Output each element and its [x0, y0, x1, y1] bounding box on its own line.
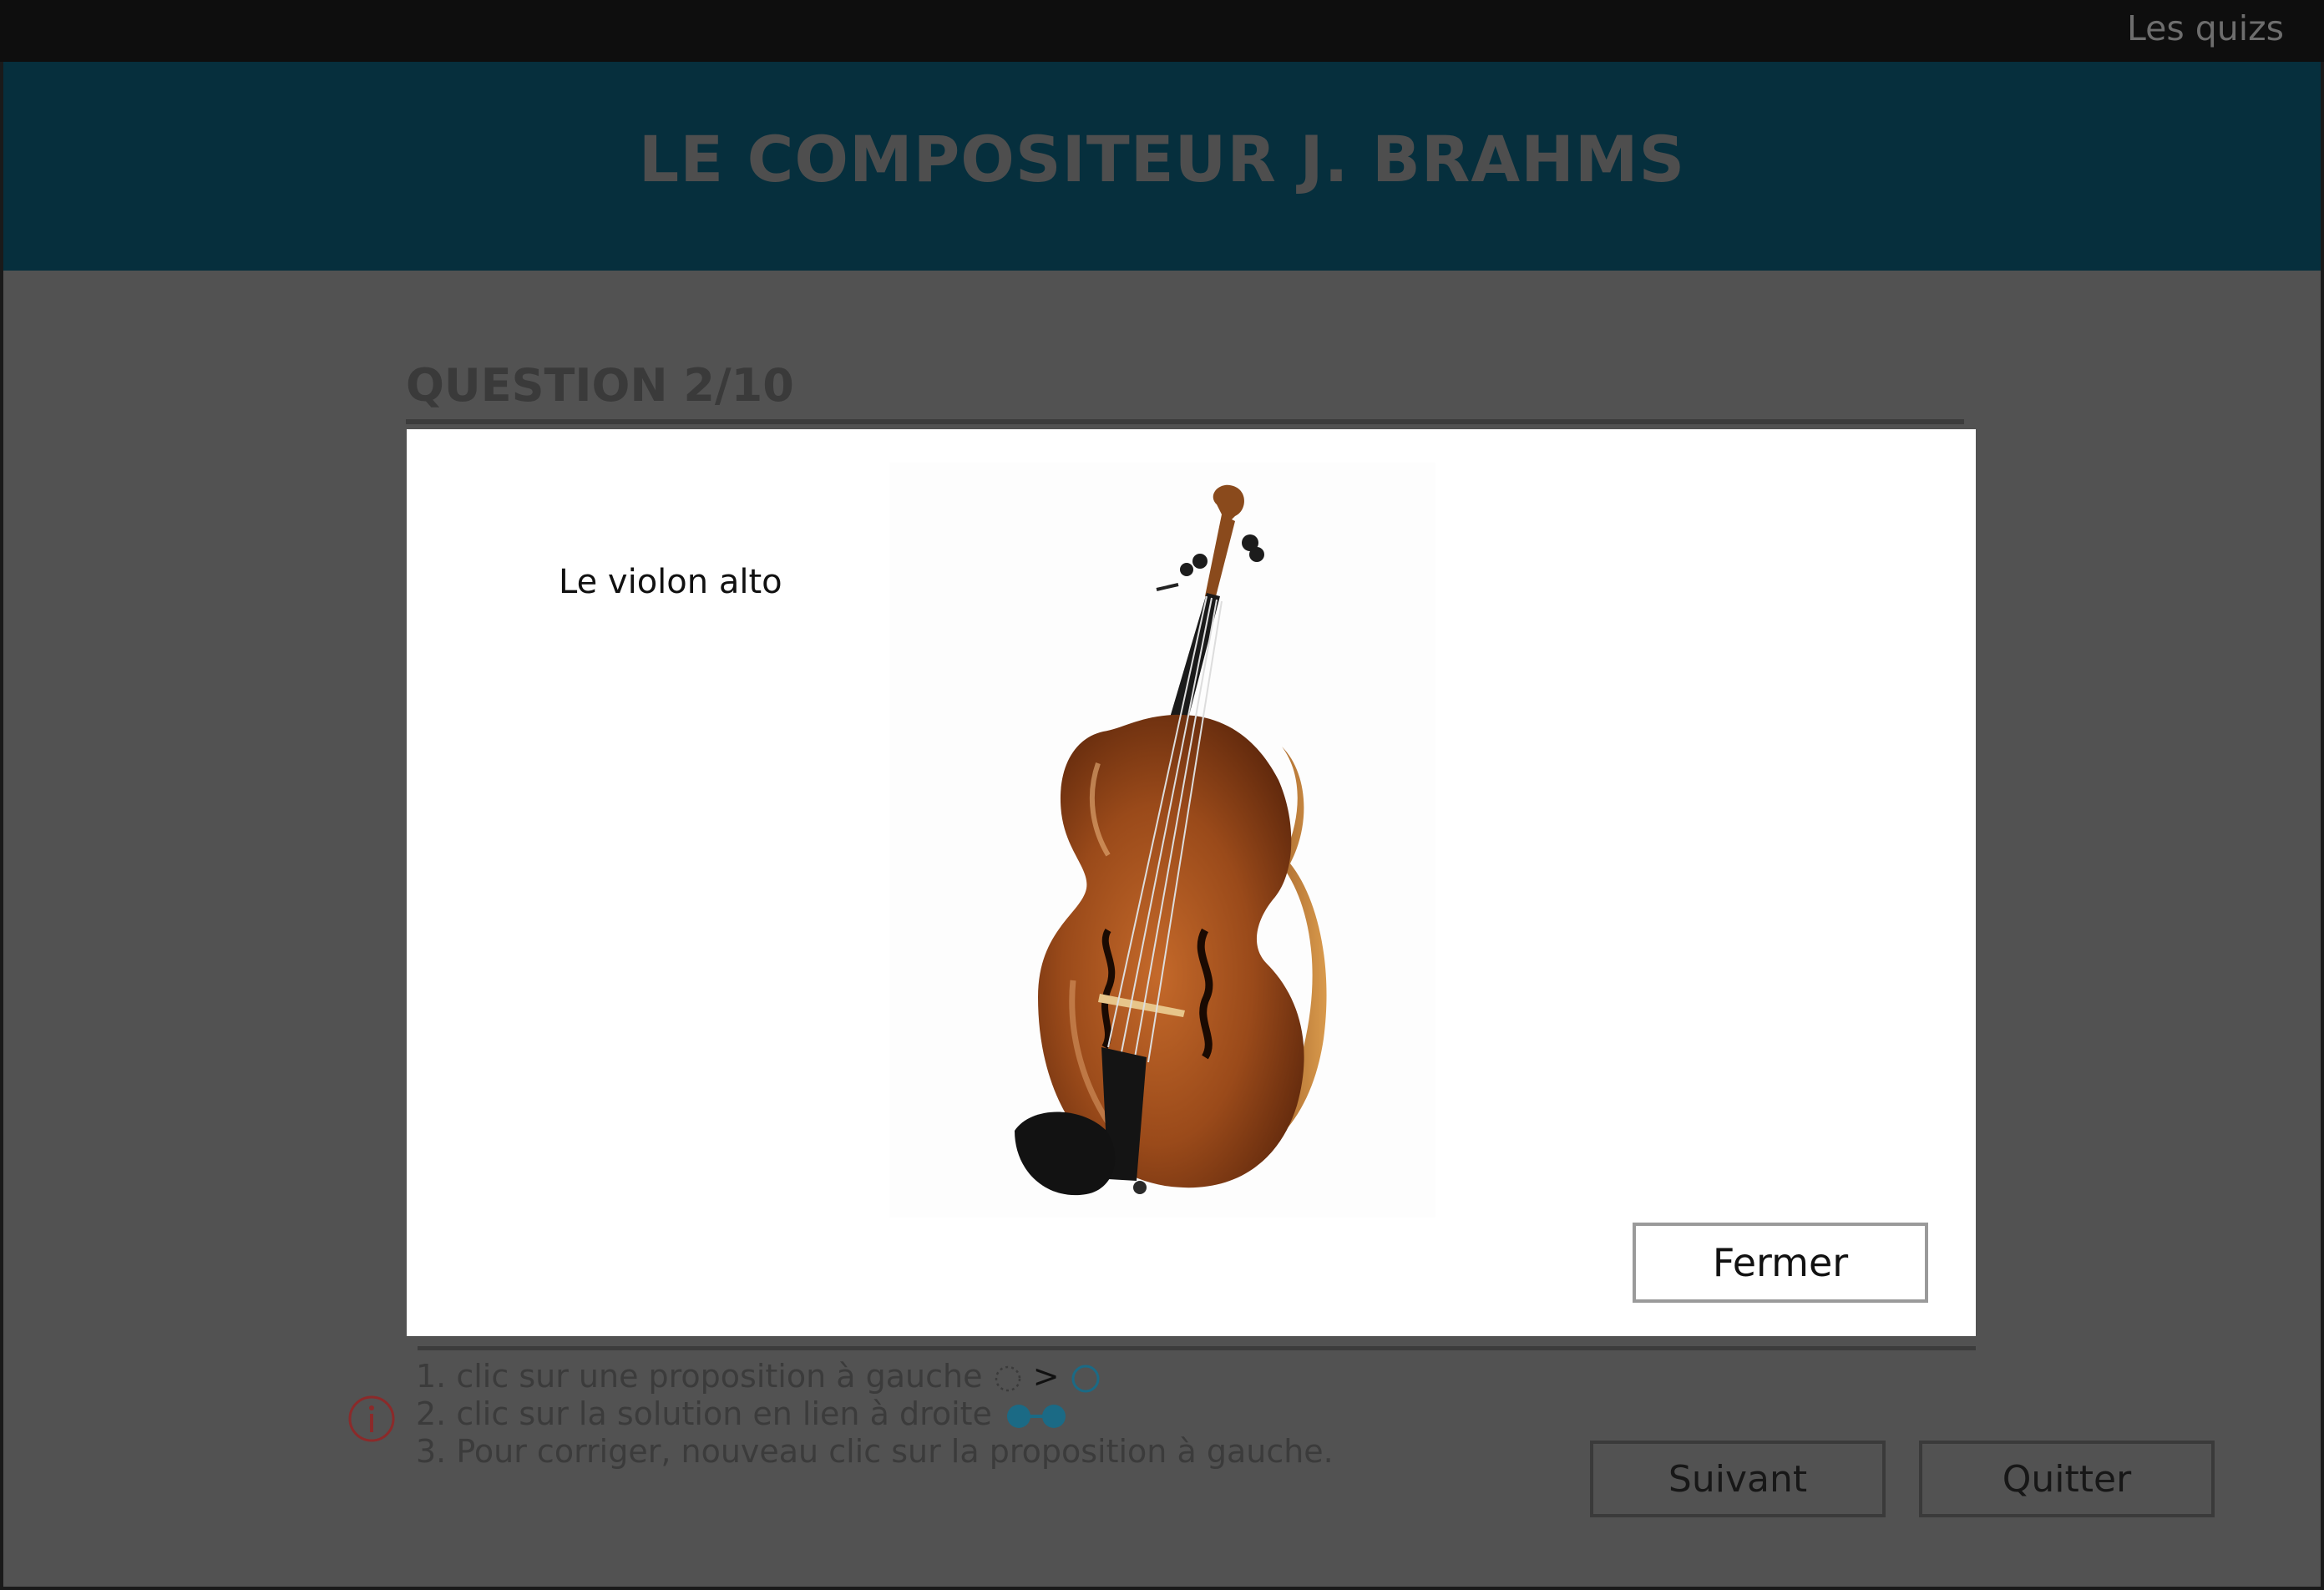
quiz-banner: LE COMPOSITEUR J. BRAHMS: [3, 62, 2321, 271]
instructions: 1. clic sur une proposition à gauche > 2…: [416, 1358, 1334, 1471]
frame-border-bottom: [0, 1587, 2324, 1590]
divider-top: [406, 419, 1964, 424]
quit-button[interactable]: Quitter: [1919, 1441, 2215, 1517]
top-bar: Les quizs: [0, 0, 2324, 62]
instruction-text-2: 2. clic sur la solution en lien à droite: [416, 1395, 992, 1432]
frame-border-right: [2321, 62, 2324, 1590]
info-icon: [348, 1395, 395, 1442]
open-circle-icon: [1071, 1365, 1100, 1392]
image-modal: Le violon alto Fermer: [407, 429, 1976, 1336]
instruction-line-3: 3. Pour corriger, nouveau clic sur la pr…: [416, 1433, 1334, 1470]
instruction-line-2: 2. clic sur la solution en lien à droite: [416, 1395, 1334, 1433]
instruction-text-1: 1. clic sur une proposition à gauche: [416, 1358, 983, 1395]
page-title: LE COMPOSITEUR J. BRAHMS: [638, 122, 1686, 196]
viola-image: [889, 463, 1435, 1218]
section-title: Les quizs: [2126, 8, 2284, 48]
question-counter: QUESTION 2/10: [406, 359, 794, 412]
instruction-separator: >: [1032, 1358, 1060, 1395]
linked-circles-icon: [1007, 1404, 1066, 1428]
next-button[interactable]: Suivant: [1590, 1441, 1886, 1517]
divider-bottom: [418, 1346, 1976, 1350]
frame-border-left: [0, 62, 3, 1590]
modal-caption: Le violon alto: [559, 563, 782, 601]
close-button[interactable]: Fermer: [1633, 1223, 1928, 1303]
instruction-line-1: 1. clic sur une proposition à gauche >: [416, 1358, 1334, 1395]
dotted-circle-icon: [995, 1365, 1020, 1391]
